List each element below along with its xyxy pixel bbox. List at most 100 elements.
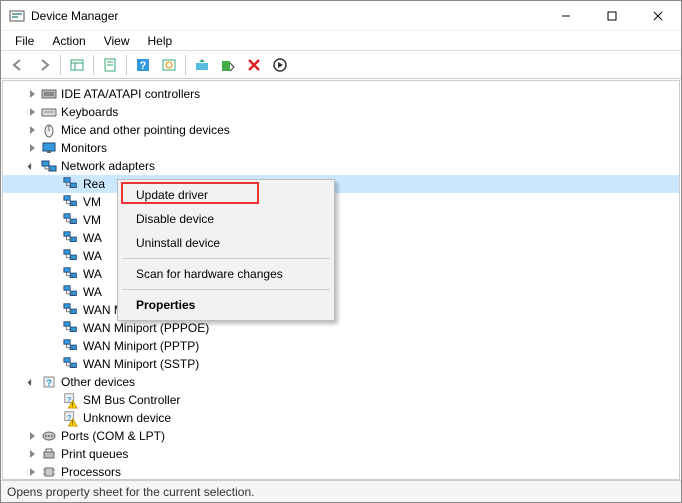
network-adapter-icon	[63, 266, 79, 282]
expand-icon[interactable]	[25, 429, 39, 443]
tree-item-label: WA	[83, 267, 102, 281]
tree-item[interactable]: WA	[3, 247, 679, 265]
minimize-button[interactable]	[543, 1, 589, 31]
tree-item[interactable]: ?!SM Bus Controller	[3, 391, 679, 409]
tree-category[interactable]: IDE ATA/ATAPI controllers	[3, 85, 679, 103]
disable-button[interactable]	[216, 53, 240, 77]
menu-item-scan-hardware[interactable]: Scan for hardware changes	[120, 262, 332, 286]
tree-item-label: WAN Miniport (PPTP)	[83, 339, 199, 353]
tree-item-label: VM	[83, 195, 101, 209]
app-icon	[9, 8, 25, 24]
collapse-icon[interactable]	[25, 375, 39, 389]
close-button[interactable]	[635, 1, 681, 31]
tree-item[interactable]: Rea	[3, 175, 679, 193]
expand-icon[interactable]	[25, 447, 39, 461]
network-adapter-icon	[63, 356, 79, 372]
expand-icon[interactable]	[25, 141, 39, 155]
tree-item-label: Rea	[83, 177, 105, 191]
tree-category-label: Ports (COM & LPT)	[61, 429, 165, 443]
network-adapter-icon	[63, 338, 79, 354]
tree-spacer	[47, 195, 61, 209]
network-adapter-icon	[63, 212, 79, 228]
menu-view[interactable]: View	[96, 32, 138, 50]
enable-button[interactable]	[268, 53, 292, 77]
expand-icon[interactable]	[25, 465, 39, 479]
collapse-icon[interactable]	[25, 159, 39, 173]
svg-text:?: ?	[46, 378, 52, 388]
unknown-device-icon: ?!	[63, 410, 79, 426]
menu-item-update-driver[interactable]: Update driver	[120, 183, 332, 207]
tree-spacer	[47, 321, 61, 335]
menu-action[interactable]: Action	[44, 32, 93, 50]
tree-category-label: Network adapters	[61, 159, 155, 173]
expand-icon[interactable]	[25, 105, 39, 119]
svg-text:!: !	[72, 420, 74, 427]
show-hide-tree-button[interactable]	[65, 53, 89, 77]
tree-item[interactable]: ?! Unknown device	[3, 409, 679, 427]
tree-item-label: WAN Miniport (SSTP)	[83, 357, 199, 371]
tree-item[interactable]: VM	[3, 211, 679, 229]
tree-category-label: Processors	[61, 465, 121, 479]
network-adapter-icon	[63, 320, 79, 336]
tree-category[interactable]: Mice and other pointing devices	[3, 121, 679, 139]
menu-item-disable-device[interactable]: Disable device	[120, 207, 332, 231]
tree-spacer	[47, 357, 61, 371]
tree-item-label: VM	[83, 213, 101, 227]
tree-item[interactable]: WAN Miniport (Network Monitor)	[3, 301, 679, 319]
tree-spacer	[47, 303, 61, 317]
expand-icon[interactable]	[25, 123, 39, 137]
scan-hardware-button[interactable]	[157, 53, 181, 77]
svg-text:?: ?	[140, 60, 147, 72]
maximize-button[interactable]	[589, 1, 635, 31]
tree-category[interactable]: Ports (COM & LPT)	[3, 427, 679, 445]
tree-category[interactable]: Monitors	[3, 139, 679, 157]
tree-spacer	[47, 177, 61, 191]
mouse-icon	[41, 122, 57, 138]
tree-item[interactable]: WA	[3, 283, 679, 301]
tree-category[interactable]: Processors	[3, 463, 679, 479]
tree-item-label: WA	[83, 285, 102, 299]
back-button[interactable]	[6, 53, 30, 77]
tree-spacer	[47, 267, 61, 281]
menu-help[interactable]: Help	[140, 32, 181, 50]
help-button[interactable]: ?	[131, 53, 155, 77]
toolbar: ?	[1, 51, 681, 79]
device-tree[interactable]: IDE ATA/ATAPI controllers KeyboardsMice a…	[3, 81, 679, 479]
tree-item[interactable]: WAN Miniport (PPPOE)	[3, 319, 679, 337]
tree-category-label: Monitors	[61, 141, 107, 155]
properties-button[interactable]	[98, 53, 122, 77]
menu-item-properties[interactable]: Properties	[120, 293, 332, 317]
tree-category[interactable]: ?Other devices	[3, 373, 679, 391]
toolbar-separator	[60, 55, 61, 75]
tree-spacer	[47, 249, 61, 263]
unknown-device-icon: ?!	[63, 392, 79, 408]
device-tree-panel: IDE ATA/ATAPI controllers KeyboardsMice a…	[2, 80, 680, 480]
tree-item-label: Unknown device	[83, 411, 171, 425]
tree-spacer	[47, 231, 61, 245]
tree-category[interactable]: Keyboards	[3, 103, 679, 121]
uninstall-button[interactable]	[242, 53, 266, 77]
menu-item-uninstall-device[interactable]: Uninstall device	[120, 231, 332, 255]
expand-icon[interactable]	[25, 87, 39, 101]
tree-item[interactable]: WA	[3, 265, 679, 283]
tree-item[interactable]: WA	[3, 229, 679, 247]
menu-file[interactable]: File	[7, 32, 42, 50]
tree-category[interactable]: Print queues	[3, 445, 679, 463]
tree-category-label: IDE ATA/ATAPI controllers	[61, 87, 200, 101]
tree-item[interactable]: WAN Miniport (PPTP)	[3, 337, 679, 355]
network-adapter-icon	[63, 302, 79, 318]
tree-spacer	[47, 411, 61, 425]
tree-category[interactable]: Network adapters	[3, 157, 679, 175]
ide-icon	[41, 86, 57, 102]
tree-item[interactable]: WAN Miniport (SSTP)	[3, 355, 679, 373]
menubar: File Action View Help	[1, 31, 681, 51]
tree-item-label: WAN Miniport (PPPOE)	[83, 321, 209, 335]
monitor-icon	[41, 140, 57, 156]
network-adapter-icon	[63, 284, 79, 300]
tree-item[interactable]: VM	[3, 193, 679, 211]
tree-spacer	[47, 393, 61, 407]
toolbar-separator	[126, 55, 127, 75]
update-driver-button[interactable]	[190, 53, 214, 77]
menu-separator	[122, 258, 330, 259]
forward-button[interactable]	[32, 53, 56, 77]
